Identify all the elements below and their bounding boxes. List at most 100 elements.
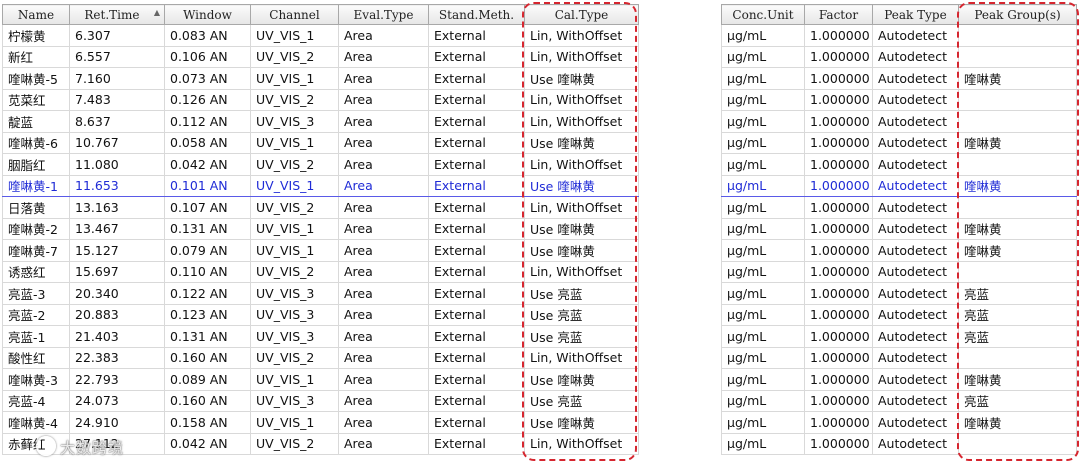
calibration-table-row[interactable]: µg/mL 1.000000 Autodetect (721, 46, 1077, 68)
calibration-cell-peak-type[interactable]: Autodetect (872, 325, 959, 348)
component-cell-cal-type[interactable]: Use 喹啉黄 (524, 132, 639, 154)
component-table-row[interactable]: 喹啉黄-1 11.653 0.101 AN UV_VIS_1 Area External U… (2, 174, 639, 197)
calibration-cell-peak-group-s[interactable]: 喹啉黄 (958, 132, 1077, 154)
component-col-header-channel[interactable]: Channel (250, 4, 339, 25)
component-cell-stand-meth[interactable]: External (428, 347, 525, 369)
component-cell-window[interactable]: 0.083 AN (164, 24, 251, 47)
component-cell-name[interactable]: 亮蓝-4 (2, 390, 70, 412)
calibration-cell-peak-group-s[interactable] (958, 153, 1077, 176)
calibration-cell-peak-type[interactable]: Autodetect (872, 282, 959, 305)
component-cell-window[interactable]: 0.079 AN (164, 239, 251, 262)
component-table-row[interactable]: 苋菜红 7.483 0.126 AN UV_VIS_2 Area External Lin,… (2, 89, 639, 111)
component-table-row[interactable]: 日落黄 13.163 0.107 AN UV_VIS_2 Area External Lin… (2, 196, 639, 219)
component-cell-ret-time[interactable]: 24.910 (69, 411, 165, 434)
calibration-cell-conc-unit[interactable]: µg/mL (721, 132, 805, 154)
component-cell-name[interactable]: 亮蓝-1 (2, 325, 70, 348)
component-cell-channel[interactable]: UV_VIS_2 (250, 196, 339, 219)
component-cell-eval-type[interactable]: Area (338, 110, 429, 133)
calibration-cell-peak-group-s[interactable]: 喹啉黄 (958, 239, 1077, 262)
component-col-header-stand-meth[interactable]: Stand.Meth. (428, 4, 525, 25)
component-cell-stand-meth[interactable]: External (428, 239, 525, 262)
component-cell-channel[interactable]: UV_VIS_1 (250, 132, 339, 154)
component-col-header-ret-time[interactable]: Ret.Time ▲ (69, 4, 165, 25)
component-cell-name[interactable]: 喹啉黄-1 (2, 174, 70, 197)
calibration-cell-peak-group-s[interactable] (958, 110, 1077, 133)
component-cell-stand-meth[interactable]: External (428, 304, 525, 326)
component-cell-channel[interactable]: UV_VIS_1 (250, 239, 339, 262)
component-cell-eval-type[interactable]: Area (338, 304, 429, 326)
calibration-cell-peak-type[interactable]: Autodetect (872, 46, 959, 68)
component-table-row[interactable]: 喹啉黄-2 13.467 0.131 AN UV_VIS_1 Area External U… (2, 218, 639, 240)
component-cell-ret-time[interactable]: 15.127 (69, 239, 165, 262)
calibration-table-row[interactable]: µg/mL 1.000000 Autodetect 喹啉黄 (721, 411, 1077, 434)
component-table-row[interactable]: 诱惑红 15.697 0.110 AN UV_VIS_2 Area External Lin… (2, 261, 639, 283)
calibration-cell-peak-type[interactable]: Autodetect (872, 433, 959, 455)
component-cell-cal-type[interactable]: Use 喹啉黄 (524, 218, 639, 240)
component-table-row[interactable]: 酸性红 22.383 0.160 AN UV_VIS_2 Area External Lin… (2, 347, 639, 369)
calibration-table-row[interactable]: µg/mL 1.000000 Autodetect 亮蓝 (721, 304, 1077, 326)
component-cell-name[interactable]: 喹啉黄-3 (2, 368, 70, 391)
component-cell-window[interactable]: 0.160 AN (164, 347, 251, 369)
calibration-cell-factor[interactable]: 1.000000 (804, 46, 873, 68)
calibration-cell-factor[interactable]: 1.000000 (804, 239, 873, 262)
calibration-cell-conc-unit[interactable]: µg/mL (721, 282, 805, 305)
component-table-row[interactable]: 靛蓝 8.637 0.112 AN UV_VIS_3 Area External Lin, … (2, 110, 639, 133)
component-cell-stand-meth[interactable]: External (428, 67, 525, 90)
component-cell-stand-meth[interactable]: External (428, 196, 525, 219)
component-cell-name[interactable]: 亮蓝-2 (2, 304, 70, 326)
component-cell-channel[interactable]: UV_VIS_1 (250, 411, 339, 434)
component-col-header-cal-type[interactable]: Cal.Type (524, 4, 639, 25)
component-cell-name[interactable]: 日落黄 (2, 196, 70, 219)
calibration-cell-peak-type[interactable]: Autodetect (872, 174, 959, 197)
calibration-cell-factor[interactable]: 1.000000 (804, 110, 873, 133)
component-cell-name[interactable]: 新红 (2, 46, 70, 68)
calibration-cell-peak-group-s[interactable]: 亮蓝 (958, 390, 1077, 412)
component-cell-cal-type[interactable]: Use 喹啉黄 (524, 411, 639, 434)
calibration-table-row[interactable]: µg/mL 1.000000 Autodetect 亮蓝 (721, 325, 1077, 348)
calibration-table-row[interactable]: µg/mL 1.000000 Autodetect 亮蓝 (721, 390, 1077, 412)
component-cell-channel[interactable]: UV_VIS_2 (250, 89, 339, 111)
calibration-cell-peak-type[interactable]: Autodetect (872, 411, 959, 434)
component-cell-eval-type[interactable]: Area (338, 46, 429, 68)
component-table-row[interactable]: 亮蓝-4 24.073 0.160 AN UV_VIS_3 Area External Us… (2, 390, 639, 412)
component-cell-eval-type[interactable]: Area (338, 218, 429, 240)
calibration-cell-factor[interactable]: 1.000000 (804, 132, 873, 154)
calibration-cell-peak-type[interactable]: Autodetect (872, 196, 959, 219)
calibration-table-row[interactable]: µg/mL 1.000000 Autodetect 喹啉黄 (721, 67, 1077, 90)
component-cell-name[interactable]: 喹啉黄-4 (2, 411, 70, 434)
calibration-cell-peak-type[interactable]: Autodetect (872, 261, 959, 283)
component-cell-channel[interactable]: UV_VIS_3 (250, 282, 339, 305)
component-cell-name[interactable]: 喹啉黄-2 (2, 218, 70, 240)
component-cell-cal-type[interactable]: Lin, WithOffset (524, 46, 639, 68)
component-cell-name[interactable]: 苋菜红 (2, 89, 70, 111)
calibration-table-row[interactable]: µg/mL 1.000000 Autodetect 喹啉黄 (721, 174, 1077, 197)
calibration-cell-factor[interactable]: 1.000000 (804, 304, 873, 326)
component-cell-cal-type[interactable]: Lin, WithOffset (524, 153, 639, 176)
component-cell-cal-type[interactable]: Use 喹啉黄 (524, 174, 639, 197)
component-cell-window[interactable]: 0.110 AN (164, 261, 251, 283)
calibration-table-row[interactable]: µg/mL 1.000000 Autodetect (721, 24, 1077, 47)
calibration-cell-factor[interactable]: 1.000000 (804, 196, 873, 219)
component-cell-eval-type[interactable]: Area (338, 325, 429, 348)
component-cell-channel[interactable]: UV_VIS_1 (250, 174, 339, 197)
component-cell-name[interactable]: 胭脂红 (2, 153, 70, 176)
component-cell-ret-time[interactable]: 13.163 (69, 196, 165, 219)
component-table-row[interactable]: 新红 6.557 0.106 AN UV_VIS_2 Area External Lin, … (2, 46, 639, 68)
calibration-table-row[interactable]: µg/mL 1.000000 Autodetect (721, 261, 1077, 283)
calibration-cell-conc-unit[interactable]: µg/mL (721, 433, 805, 455)
component-cell-ret-time[interactable]: 7.160 (69, 67, 165, 90)
calibration-cell-factor[interactable]: 1.000000 (804, 347, 873, 369)
calibration-cell-conc-unit[interactable]: µg/mL (721, 153, 805, 176)
component-cell-window[interactable]: 0.101 AN (164, 174, 251, 197)
component-table-row[interactable]: 喹啉黄-7 15.127 0.079 AN UV_VIS_1 Area External U… (2, 239, 639, 262)
calibration-table-row[interactable]: µg/mL 1.000000 Autodetect 喹啉黄 (721, 132, 1077, 154)
calibration-cell-peak-group-s[interactable]: 喹啉黄 (958, 368, 1077, 391)
calibration-cell-peak-type[interactable]: Autodetect (872, 218, 959, 240)
calibration-cell-factor[interactable]: 1.000000 (804, 174, 873, 197)
calibration-cell-peak-group-s[interactable]: 亮蓝 (958, 325, 1077, 348)
calibration-cell-peak-group-s[interactable] (958, 261, 1077, 283)
component-cell-stand-meth[interactable]: External (428, 390, 525, 412)
calibration-cell-conc-unit[interactable]: µg/mL (721, 261, 805, 283)
component-table-row[interactable]: 喹啉黄-4 24.910 0.158 AN UV_VIS_1 Area External U… (2, 411, 639, 434)
calibration-cell-peak-type[interactable]: Autodetect (872, 24, 959, 47)
